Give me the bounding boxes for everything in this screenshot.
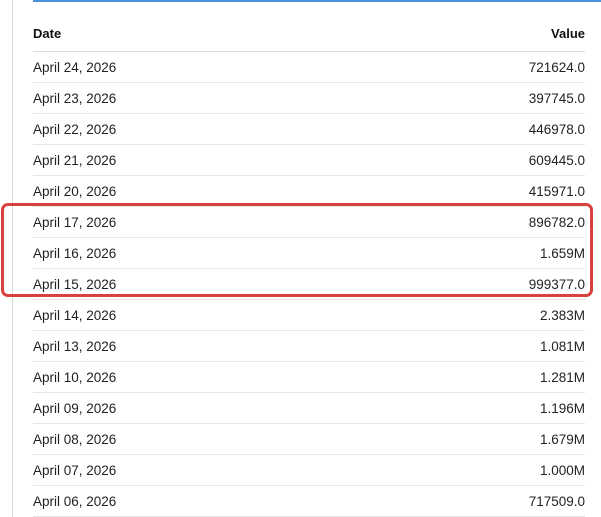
top-accent-line xyxy=(33,0,601,2)
row-date: April 15, 2026 xyxy=(33,268,363,300)
row-date: April 17, 2026 xyxy=(33,206,363,238)
row-date: April 21, 2026 xyxy=(33,144,363,176)
table-header-row: Date Value xyxy=(33,15,585,52)
row-value: 2.383M xyxy=(362,299,585,331)
table-row: April 10, 2026 1.281M xyxy=(33,361,585,393)
row-date: April 07, 2026 xyxy=(33,454,363,486)
row-value: 446978.0 xyxy=(362,113,585,145)
table-row: April 14, 2026 2.383M xyxy=(33,299,585,331)
table-row: April 23, 2026 397745.0 xyxy=(33,82,585,114)
row-value: 1.281M xyxy=(362,361,585,393)
row-value: 397745.0 xyxy=(362,82,585,114)
row-date: April 08, 2026 xyxy=(33,423,363,455)
table-row: April 06, 2026 717509.0 xyxy=(33,485,585,517)
table-row: April 20, 2026 415971.0 xyxy=(33,175,585,207)
value-column-header[interactable]: Value xyxy=(362,15,585,52)
table-row: April 21, 2026 609445.0 xyxy=(33,144,585,176)
row-date: April 22, 2026 xyxy=(33,113,363,145)
row-value: 415971.0 xyxy=(362,175,585,207)
date-column-header[interactable]: Date xyxy=(33,15,363,52)
data-table: Date Value April 24, 2026 721624.0 April… xyxy=(33,15,585,517)
row-value: 1.196M xyxy=(362,392,585,424)
row-date: April 14, 2026 xyxy=(33,299,363,331)
table-row: April 22, 2026 446978.0 xyxy=(33,113,585,145)
row-date: April 24, 2026 xyxy=(33,51,363,83)
table-row: April 13, 2026 1.081M xyxy=(33,330,585,362)
row-date: April 23, 2026 xyxy=(33,82,363,114)
table-row: April 16, 2026 1.659M xyxy=(33,237,585,269)
left-border xyxy=(12,0,13,517)
row-date: April 16, 2026 xyxy=(33,237,363,269)
row-value: 896782.0 xyxy=(362,206,585,238)
row-value: 1.000M xyxy=(362,454,585,486)
row-value: 721624.0 xyxy=(362,51,585,83)
table-row: April 15, 2026 999377.0 xyxy=(33,268,585,300)
table-row: April 09, 2026 1.196M xyxy=(33,392,585,424)
row-value: 1.081M xyxy=(362,330,585,362)
table-row: April 17, 2026 896782.0 xyxy=(33,206,585,238)
row-value: 1.659M xyxy=(362,237,585,269)
row-value: 1.679M xyxy=(362,423,585,455)
row-date: April 06, 2026 xyxy=(33,485,363,517)
row-value: 999377.0 xyxy=(362,268,585,300)
table-row: April 24, 2026 721624.0 xyxy=(33,51,585,83)
row-value: 609445.0 xyxy=(362,144,585,176)
table-row: April 08, 2026 1.679M xyxy=(33,423,585,455)
table-row: April 07, 2026 1.000M xyxy=(33,454,585,486)
row-value: 717509.0 xyxy=(362,485,585,517)
row-date: April 09, 2026 xyxy=(33,392,363,424)
data-table-container: Date Value April 24, 2026 721624.0 April… xyxy=(33,15,585,517)
row-date: April 20, 2026 xyxy=(33,175,363,207)
row-date: April 13, 2026 xyxy=(33,330,363,362)
row-date: April 10, 2026 xyxy=(33,361,363,393)
